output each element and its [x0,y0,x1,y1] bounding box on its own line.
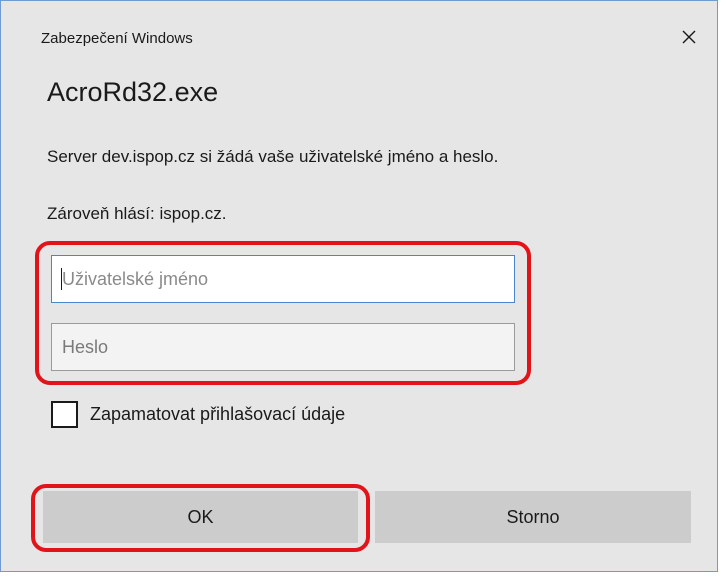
close-icon[interactable] [677,25,701,49]
text-caret [61,268,62,290]
username-input[interactable] [51,255,515,303]
ok-button[interactable]: OK [43,491,358,543]
close-icon-glyph [682,30,696,44]
remember-credentials-option[interactable]: Zapamatovat přihlašovací údaje [51,401,345,428]
app-name: AcroRd32.exe [47,77,219,107]
password-input[interactable] [51,323,515,371]
realm-message: Zároveň hlásí: ispop.cz. [47,204,227,223]
cancel-button[interactable]: Storno [375,491,691,543]
dialog-title: Zabezpečení Windows [41,30,193,47]
credential-request-message: Server dev.ispop.cz si žádá vaše uživate… [47,147,499,166]
windows-security-dialog: Zabezpečení Windows AcroRd32.exe Server … [0,0,718,572]
remember-checkbox-label: Zapamatovat přihlašovací údaje [90,404,346,424]
dialog-titlebar: Zabezpečení Windows [1,1,717,71]
remember-checkbox[interactable] [51,401,78,428]
